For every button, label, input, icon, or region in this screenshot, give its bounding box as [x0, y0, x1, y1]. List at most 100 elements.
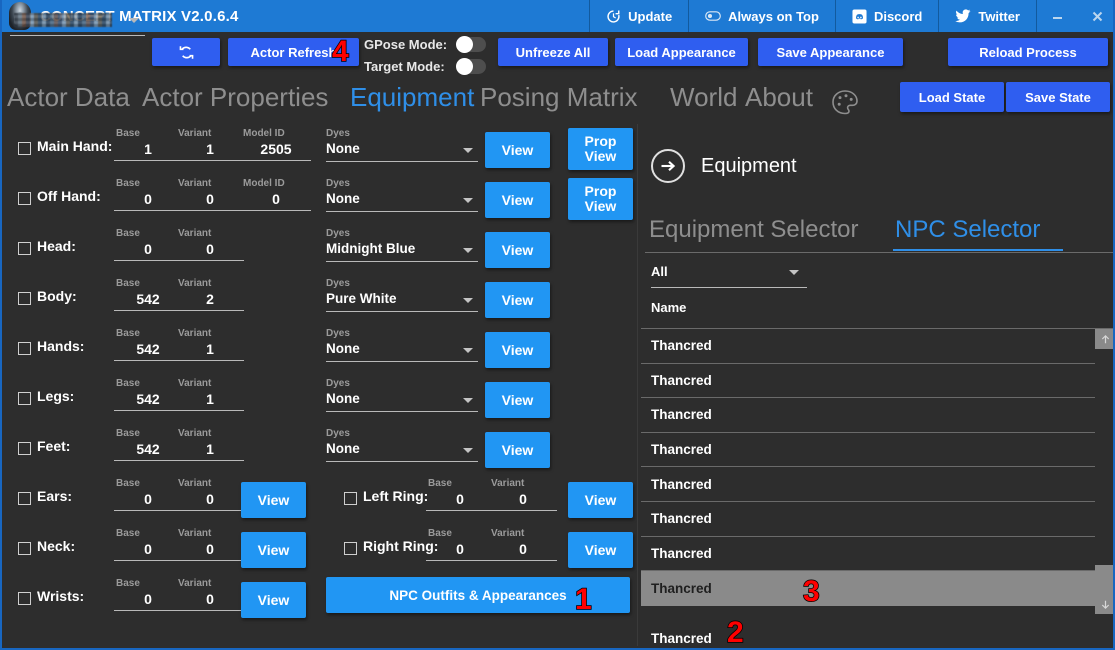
- model-id-field[interactable]: Model ID 2505: [241, 128, 311, 168]
- npc-filter-dropdown[interactable]: All: [651, 260, 807, 288]
- view-button[interactable]: View: [241, 532, 306, 568]
- tab-actor-data[interactable]: Actor Data: [7, 82, 130, 113]
- dye-dropdown[interactable]: Dyes Midnight Blue: [326, 228, 478, 270]
- npc-list-item[interactable]: Thancred: [641, 364, 1113, 399]
- discord-button[interactable]: Discord: [834, 0, 938, 32]
- arrow-up-icon[interactable]: [1095, 329, 1113, 349]
- base-field[interactable]: Base 542: [114, 378, 182, 418]
- variant-field[interactable]: Variant 0: [176, 178, 244, 218]
- prop-view-button[interactable]: Prop View: [568, 178, 633, 220]
- ring-variant-field[interactable]: Variant 0: [489, 478, 557, 518]
- ring-checkbox[interactable]: [344, 542, 357, 555]
- slot-checkbox[interactable]: [18, 342, 31, 355]
- tab-npc-selector[interactable]: NPC Selector: [895, 216, 1040, 244]
- base-field[interactable]: Base 542: [114, 428, 182, 468]
- variant-field[interactable]: Variant 0: [176, 478, 244, 518]
- tab-about[interactable]: About: [745, 82, 813, 113]
- slot-checkbox[interactable]: [18, 542, 31, 555]
- slot-checkbox[interactable]: [18, 242, 31, 255]
- view-button[interactable]: View: [241, 482, 306, 518]
- slot-checkbox[interactable]: [18, 592, 31, 605]
- tab-equipment-selector[interactable]: Equipment Selector: [649, 216, 858, 244]
- slot-checkbox[interactable]: [18, 492, 31, 505]
- arrow-right-circle-icon[interactable]: [651, 149, 685, 183]
- base-field[interactable]: Base 0: [114, 578, 182, 618]
- save-appearance-button[interactable]: Save Appearance: [758, 38, 903, 66]
- dye-dropdown[interactable]: Dyes None: [326, 378, 478, 420]
- actor-refresh-button[interactable]: Actor Refresh: [228, 38, 359, 66]
- view-button[interactable]: View: [485, 382, 550, 418]
- npc-outfits-appearances-button[interactable]: NPC Outfits & Appearances: [326, 577, 630, 613]
- prop-view-button[interactable]: Prop View: [568, 128, 633, 170]
- refresh-button[interactable]: [152, 38, 220, 66]
- npc-list-item[interactable]: Thancred: [641, 537, 1113, 572]
- ring-view-button[interactable]: View: [568, 482, 633, 518]
- tab-equipment[interactable]: Equipment: [350, 82, 474, 113]
- variant-field[interactable]: Variant 2: [176, 278, 244, 318]
- view-button[interactable]: View: [485, 232, 550, 268]
- variant-field[interactable]: Variant 1: [176, 328, 244, 368]
- tab-world[interactable]: World: [670, 82, 737, 113]
- npc-list-item[interactable]: Thancred: [641, 467, 1113, 502]
- slot-checkbox[interactable]: [18, 392, 31, 405]
- load-state-button[interactable]: Load State: [900, 82, 1004, 112]
- slot-checkbox[interactable]: [18, 192, 31, 205]
- tab-posing-matrix[interactable]: Posing Matrix: [480, 82, 638, 113]
- arrow-down-icon[interactable]: [1095, 594, 1113, 614]
- selected-npc-field[interactable]: Thancred: [641, 618, 1113, 648]
- dye-dropdown[interactable]: Dyes None: [326, 178, 478, 220]
- view-button[interactable]: View: [485, 282, 550, 318]
- ring-checkbox[interactable]: [344, 492, 357, 505]
- twitter-button[interactable]: Twitter: [938, 0, 1036, 32]
- variant-field[interactable]: Variant 0: [176, 228, 244, 268]
- always-on-top-button[interactable]: Always on Top: [688, 0, 835, 32]
- tab-actor-properties[interactable]: Actor Properties: [142, 82, 328, 113]
- slot-checkbox[interactable]: [18, 142, 31, 155]
- variant-field[interactable]: Variant 1: [176, 428, 244, 468]
- unfreeze-all-button[interactable]: Unfreeze All: [498, 38, 608, 66]
- minimize-icon[interactable]: [1037, 0, 1077, 32]
- ring-base-field[interactable]: Base 0: [426, 478, 494, 518]
- view-button[interactable]: View: [485, 182, 550, 218]
- npc-list-scrollbar[interactable]: [1095, 329, 1113, 614]
- actor-select-dropdown[interactable]: [10, 8, 145, 36]
- base-field[interactable]: Base 0: [114, 178, 182, 218]
- view-button[interactable]: View: [485, 432, 550, 468]
- target-mode-toggle[interactable]: [456, 57, 486, 75]
- gpose-mode-toggle[interactable]: [456, 35, 486, 53]
- variant-field[interactable]: Variant 1: [176, 128, 244, 168]
- palette-icon[interactable]: [830, 89, 860, 122]
- load-appearance-button[interactable]: Load Appearance: [615, 38, 748, 66]
- model-id-field[interactable]: Model ID 0: [241, 178, 311, 218]
- ring-view-button[interactable]: View: [568, 532, 633, 568]
- ring-base-field[interactable]: Base 0: [426, 528, 494, 568]
- base-field[interactable]: Base 1: [114, 128, 182, 168]
- base-field[interactable]: Base 0: [114, 228, 182, 268]
- view-button[interactable]: View: [485, 332, 550, 368]
- close-icon[interactable]: [1077, 0, 1113, 32]
- scrollbar-thumb[interactable]: [1095, 565, 1113, 594]
- save-state-button[interactable]: Save State: [1006, 82, 1110, 112]
- base-field[interactable]: Base 542: [114, 328, 182, 368]
- slot-checkbox[interactable]: [18, 442, 31, 455]
- variant-field[interactable]: Variant 0: [176, 528, 244, 568]
- npc-list-item[interactable]: Thancred: [641, 433, 1113, 468]
- dye-dropdown[interactable]: Dyes Pure White: [326, 278, 478, 320]
- dye-dropdown[interactable]: Dyes None: [326, 328, 478, 370]
- update-button[interactable]: Update: [589, 0, 688, 32]
- dye-dropdown[interactable]: Dyes None: [326, 428, 478, 470]
- dye-dropdown[interactable]: Dyes None: [326, 128, 478, 170]
- base-field[interactable]: Base 0: [114, 528, 182, 568]
- variant-field[interactable]: Variant 0: [176, 578, 244, 618]
- npc-list-item[interactable]: Thancred: [641, 571, 1113, 606]
- view-button[interactable]: View: [485, 132, 550, 168]
- npc-list-item[interactable]: Thancred: [641, 398, 1113, 433]
- slot-checkbox[interactable]: [18, 292, 31, 305]
- reload-process-button[interactable]: Reload Process: [948, 38, 1108, 66]
- base-field[interactable]: Base 0: [114, 478, 182, 518]
- npc-list-item[interactable]: Thancred: [641, 502, 1113, 537]
- npc-list-item[interactable]: Thancred: [641, 329, 1113, 364]
- view-button[interactable]: View: [241, 582, 306, 618]
- base-field[interactable]: Base 542: [114, 278, 182, 318]
- variant-field[interactable]: Variant 1: [176, 378, 244, 418]
